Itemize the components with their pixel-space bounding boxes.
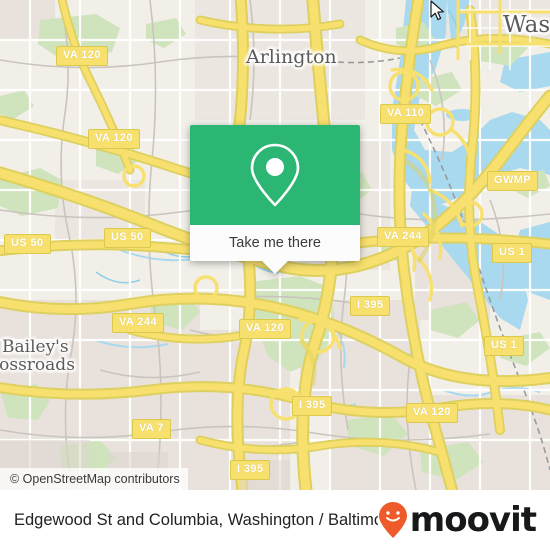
road-shield-va110[interactable]: VA 110 [380, 104, 432, 124]
location-popup-card[interactable]: Take me there [190, 125, 360, 274]
road-shield-i395-north[interactable]: I 395 [350, 296, 391, 316]
road-shield-va120-east[interactable]: VA 120 [406, 403, 458, 423]
road-shield-us50-east[interactable]: US 50 [104, 228, 151, 248]
road-shield-va120-south[interactable]: VA 120 [239, 319, 291, 339]
road-shield-va244-west[interactable]: VA 244 [112, 313, 164, 333]
road-shield-gwmp[interactable]: GWMP [487, 171, 539, 191]
moovit-pin-logo-icon [378, 502, 407, 538]
road-shield-us50-west[interactable]: US 50 [4, 234, 51, 254]
moovit-wordmark: moovit [409, 500, 537, 540]
place-label-baileys-crossroads-line2: rossroads [0, 355, 75, 375]
location-caption: Edgewood St and Columbia, Washington / B… [14, 510, 378, 529]
footer-bar: Edgewood St and Columbia, Washington / B… [0, 490, 550, 550]
take-me-there-label: Take me there [229, 235, 321, 251]
screenshot-root: Arlington Was Bailey's rossroads VA 120 … [0, 0, 550, 550]
take-me-there-button[interactable]: Take me there [190, 225, 360, 261]
road-shield-us1-south[interactable]: US 1 [484, 336, 525, 356]
popup-header [190, 125, 360, 225]
road-shield-va120-west[interactable]: VA 120 [88, 129, 140, 149]
location-pin-icon [250, 143, 300, 207]
place-label-washington: Was [503, 12, 550, 38]
place-label-arlington: Arlington [246, 46, 337, 68]
road-shield-us1-north[interactable]: US 1 [492, 243, 533, 263]
road-shield-i395-south[interactable]: I 395 [230, 460, 271, 480]
map-attribution[interactable]: © OpenStreetMap contributors [0, 468, 188, 490]
road-shield-va7[interactable]: VA 7 [132, 419, 171, 439]
road-shield-i395-mid[interactable]: I 395 [292, 396, 333, 416]
road-shield-va244-east[interactable]: VA 244 [377, 227, 429, 247]
moovit-brand[interactable]: moovit [378, 500, 537, 540]
map-canvas[interactable]: Arlington Was Bailey's rossroads VA 120 … [0, 0, 550, 490]
place-label-baileys-crossroads-line1: Bailey's [2, 337, 69, 357]
road-shield-va120-north[interactable]: VA 120 [56, 46, 108, 66]
popup-pointer-tail [262, 261, 288, 274]
